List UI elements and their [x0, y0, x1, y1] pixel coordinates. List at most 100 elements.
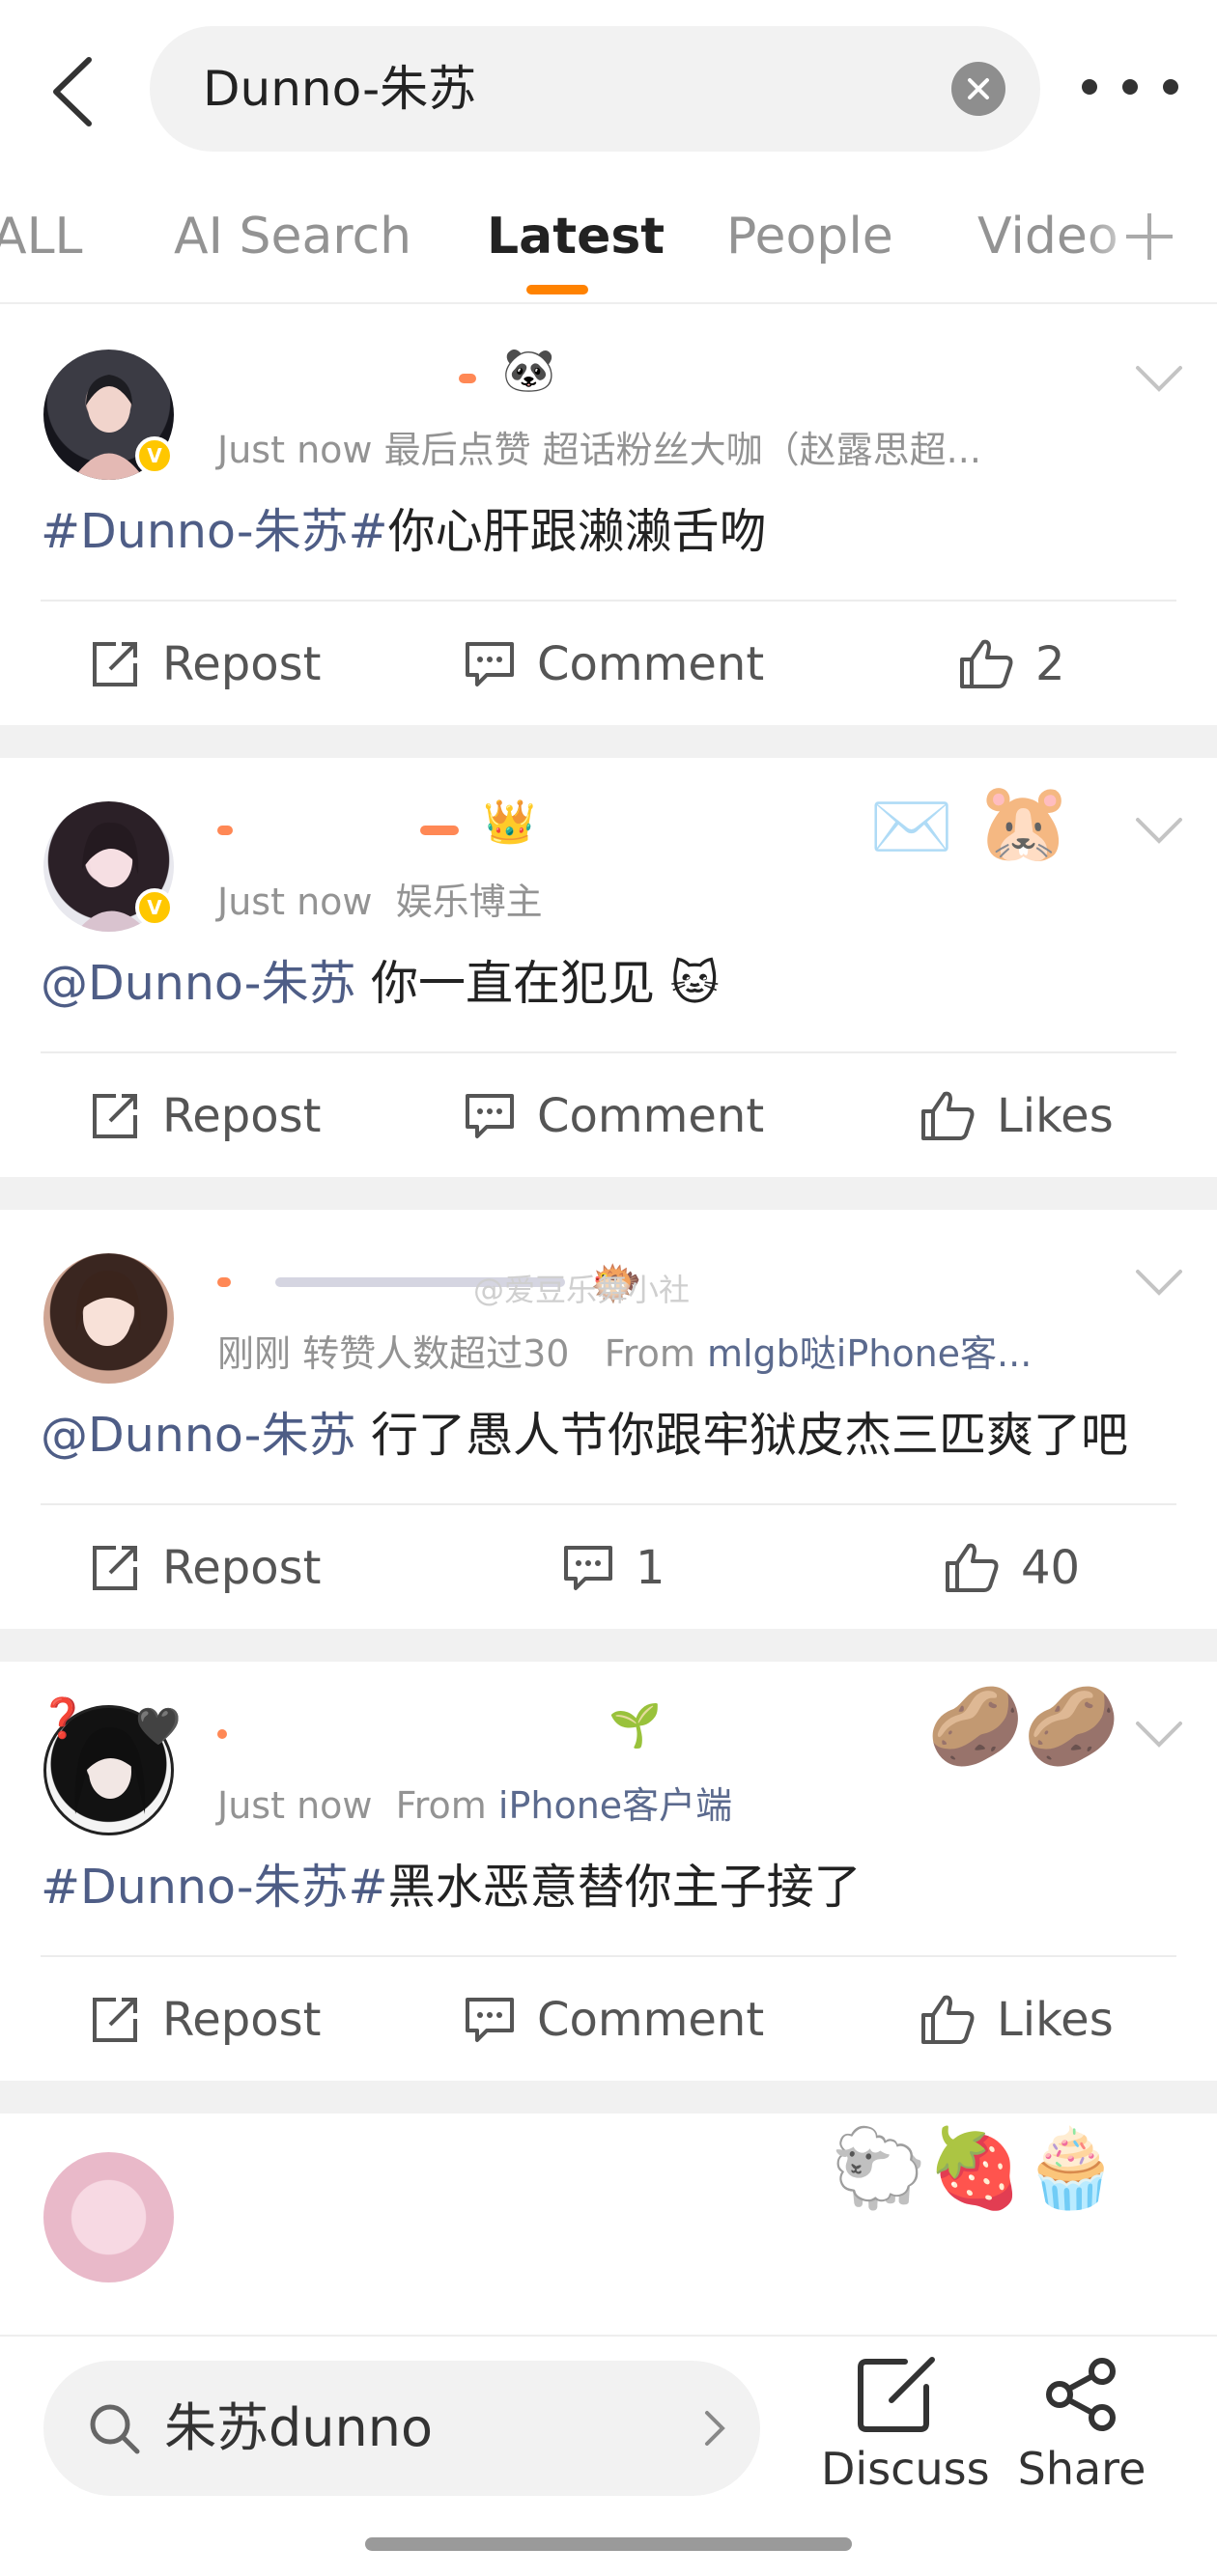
- thumbs-up-icon: [946, 1543, 999, 1592]
- tab-all[interactable]: ALL: [0, 208, 83, 266]
- repost-icon: [93, 1998, 137, 2042]
- cute-pet-sticker-icon: 🐹: [976, 777, 1072, 867]
- post-menu-button[interactable]: [1135, 1268, 1183, 1306]
- discuss-label: Discuss: [821, 2443, 990, 2495]
- chevron-down-icon: [1136, 1270, 1182, 1296]
- like-button[interactable]: 40: [944, 1505, 1080, 1631]
- panda-icon: 🐼: [502, 346, 555, 395]
- share-label: Share: [1017, 2443, 1146, 2495]
- comment-icon: [466, 1998, 514, 2042]
- more-dot-icon: [1082, 79, 1097, 95]
- source-link[interactable]: iPhone客户端: [498, 1784, 732, 1827]
- like-label: Likes: [997, 1993, 1114, 2047]
- post-actions: Repost Comment Likes: [41, 1051, 1176, 1177]
- compose-icon: [858, 2357, 935, 2432]
- comment-count: 1: [636, 1541, 665, 1595]
- repost-icon: [93, 642, 137, 686]
- post-card[interactable]: V 🐼 Just now 最后点赞 超话粉丝大咖（赵露思超... #Dunno-…: [0, 306, 1217, 758]
- post-time: 刚刚: [217, 1332, 292, 1375]
- post-menu-button[interactable]: [1135, 816, 1183, 854]
- avatar[interactable]: [43, 2152, 174, 2282]
- search-query: Dunno-朱苏: [203, 61, 477, 117]
- plus-icon: [1126, 213, 1173, 260]
- tab-ai-search[interactable]: AI Search: [174, 208, 411, 266]
- share-button[interactable]: Share: [1005, 2356, 1159, 2495]
- comment-button[interactable]: Comment: [464, 1957, 764, 2083]
- tab-people[interactable]: People: [726, 208, 893, 266]
- crown-icon: 👑: [483, 798, 536, 847]
- post-meta: Just now 娱乐博主: [217, 872, 543, 925]
- more-options-button[interactable]: [1082, 58, 1178, 116]
- back-arrow-icon: [53, 57, 92, 126]
- comment-label: Comment: [537, 637, 765, 691]
- post-card[interactable]: ❓ 🖤 🌱 🥔🥔 Just now From iPhone客户端 #Dunno-…: [0, 1662, 1217, 2114]
- search-input[interactable]: Dunno-朱苏: [150, 26, 1040, 152]
- comment-button[interactable]: 1: [562, 1505, 665, 1631]
- post-card[interactable]: V 👑 ✉️ 🐹 Just now 娱乐博主 @Dunno-朱苏 你一直在犯见 …: [0, 758, 1217, 1210]
- username[interactable]: [217, 1700, 565, 1768]
- post-meta-text: 最后点赞 超话粉丝大咖（赵露思超...: [383, 429, 981, 471]
- post-card-partial[interactable]: 🐑🍓🧁: [0, 2114, 1217, 2282]
- discuss-button[interactable]: Discuss: [821, 2356, 990, 2495]
- post-time: Just now: [217, 881, 373, 923]
- repost-label: Repost: [162, 1541, 322, 1595]
- post-text[interactable]: #Dunno-朱苏#你心肝跟濑濑舌吻: [0, 490, 1217, 600]
- like-button[interactable]: Likes: [920, 1957, 1114, 2083]
- topic-link[interactable]: #Dunno-朱苏#: [41, 1860, 388, 1915]
- post-content: 行了愚人节你跟牢狱皮杰三匹爽了吧: [355, 1408, 1129, 1463]
- comment-button[interactable]: Comment: [464, 1053, 764, 1179]
- share-icon: [1046, 2358, 1116, 2431]
- question-mark-sticker-icon: ❓: [39, 1696, 87, 1741]
- post-meta-text: 娱乐博主: [395, 881, 543, 923]
- thumbs-up-icon: [960, 639, 1013, 688]
- back-button[interactable]: [39, 48, 106, 135]
- repost-label: Repost: [162, 1993, 322, 2047]
- post-content: 你一直在犯见: [355, 956, 670, 1011]
- home-indicator[interactable]: [365, 2537, 852, 2551]
- repost-button[interactable]: Repost: [89, 1957, 321, 2083]
- like-button[interactable]: 2: [958, 602, 1065, 727]
- post-menu-button[interactable]: [1135, 1720, 1183, 1758]
- tab-latest[interactable]: Latest: [487, 208, 665, 266]
- more-dot-icon: [1163, 79, 1178, 95]
- like-count: 40: [1021, 1541, 1081, 1595]
- mention-link[interactable]: @Dunno-朱苏: [41, 956, 355, 1011]
- source-link[interactable]: mlgb哒iPhone客...: [707, 1332, 1032, 1375]
- post-text[interactable]: #Dunno-朱苏#黑水恶意替你主子接了: [0, 1845, 1217, 1955]
- cute-sticker-icon: 🐑🍓🧁: [831, 2123, 1119, 2213]
- add-tab-button[interactable]: [1120, 208, 1178, 266]
- post-meta: Just now 最后点赞 超话粉丝大咖（赵露思超...: [217, 420, 981, 473]
- chevron-down-icon: [1136, 1722, 1182, 1748]
- post-card[interactable]: 🐡 @爱豆乐舞小社 刚刚 转赞人数超过30 From mlgb哒iPhone客.…: [0, 1210, 1217, 1662]
- repost-button[interactable]: Repost: [89, 1053, 321, 1179]
- post-time: Just now: [217, 429, 373, 471]
- repost-button[interactable]: Repost: [89, 1505, 321, 1631]
- like-button[interactable]: Likes: [920, 1053, 1114, 1179]
- cookie-sticker-icon: 🥔🥔: [927, 1681, 1120, 1771]
- source-prefix: From: [604, 1332, 695, 1375]
- chevron-right-icon: [705, 2411, 725, 2446]
- avatar-image: [75, 1271, 141, 1346]
- post-content: 黑水恶意替你主子接了: [387, 1860, 862, 1915]
- more-dot-icon: [1122, 79, 1138, 95]
- repost-button[interactable]: Repost: [89, 602, 321, 727]
- like-count: 2: [1035, 637, 1065, 691]
- topic-link[interactable]: #Dunno-朱苏#: [41, 504, 388, 559]
- repost-label: Repost: [162, 1089, 322, 1143]
- comment-icon: [564, 1546, 612, 1590]
- active-tab-indicator: [526, 285, 588, 294]
- post-time: Just now: [217, 1784, 373, 1827]
- avatar[interactable]: [43, 1253, 174, 1384]
- post-text[interactable]: @Dunno-朱苏 行了愚人节你跟牢狱皮杰三匹爽了吧: [0, 1393, 1217, 1503]
- post-menu-button[interactable]: [1135, 364, 1183, 403]
- mention-link[interactable]: @Dunno-朱苏: [41, 1408, 355, 1463]
- comment-button[interactable]: Comment: [464, 602, 764, 727]
- repost-icon: [93, 1546, 137, 1590]
- clear-search-button[interactable]: [951, 62, 1005, 116]
- related-search-button[interactable]: 朱苏dunno: [43, 2361, 760, 2496]
- verified-badge-icon: V: [135, 888, 174, 927]
- comment-icon: [466, 642, 514, 686]
- post-text[interactable]: @Dunno-朱苏 你一直在犯见 🐱: [0, 941, 1217, 1051]
- cat-emoji-icon: 🐱: [669, 956, 720, 1011]
- like-label: Likes: [997, 1089, 1114, 1143]
